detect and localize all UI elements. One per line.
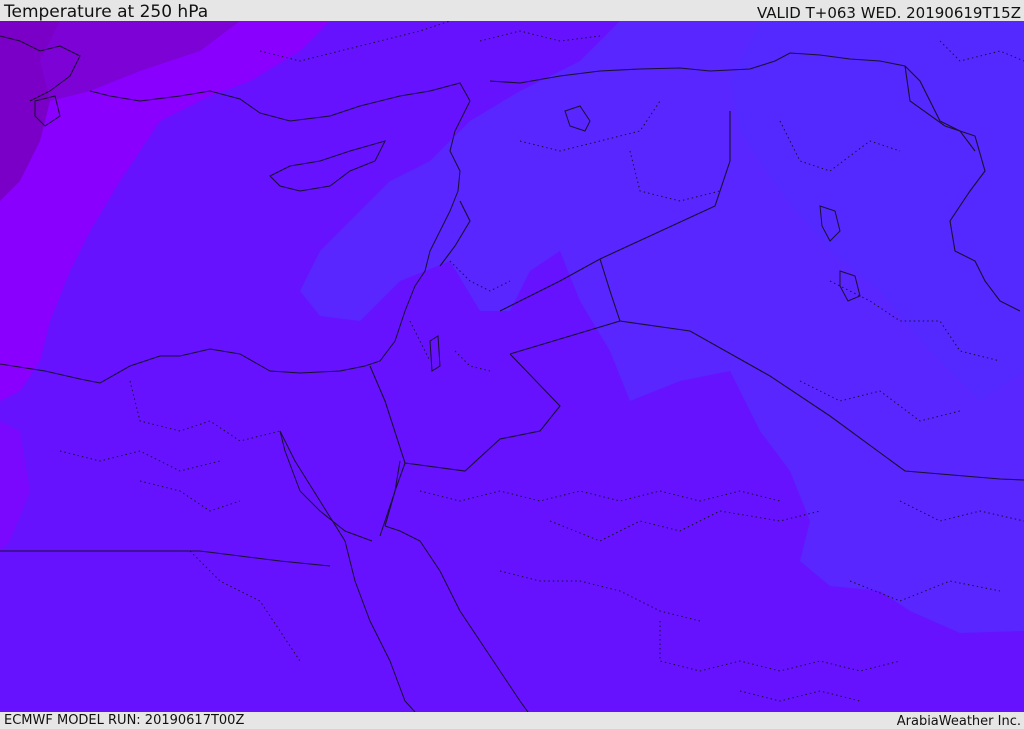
temperature-map (0, 21, 1024, 712)
map-header: Temperature at 250 hPa VALID T+063 WED. … (0, 0, 1024, 21)
map-canvas (0, 21, 1024, 712)
map-title: Temperature at 250 hPa (4, 2, 209, 22)
map-footer: ECMWF MODEL RUN: 20190617T00Z ArabiaWeat… (0, 712, 1024, 729)
valid-time: VALID T+063 WED. 20190619T15Z (756, 4, 1021, 22)
model-run-label: ECMWF MODEL RUN: 20190617T00Z (4, 713, 245, 728)
credit-label: ArabiaWeather Inc. (896, 714, 1021, 729)
